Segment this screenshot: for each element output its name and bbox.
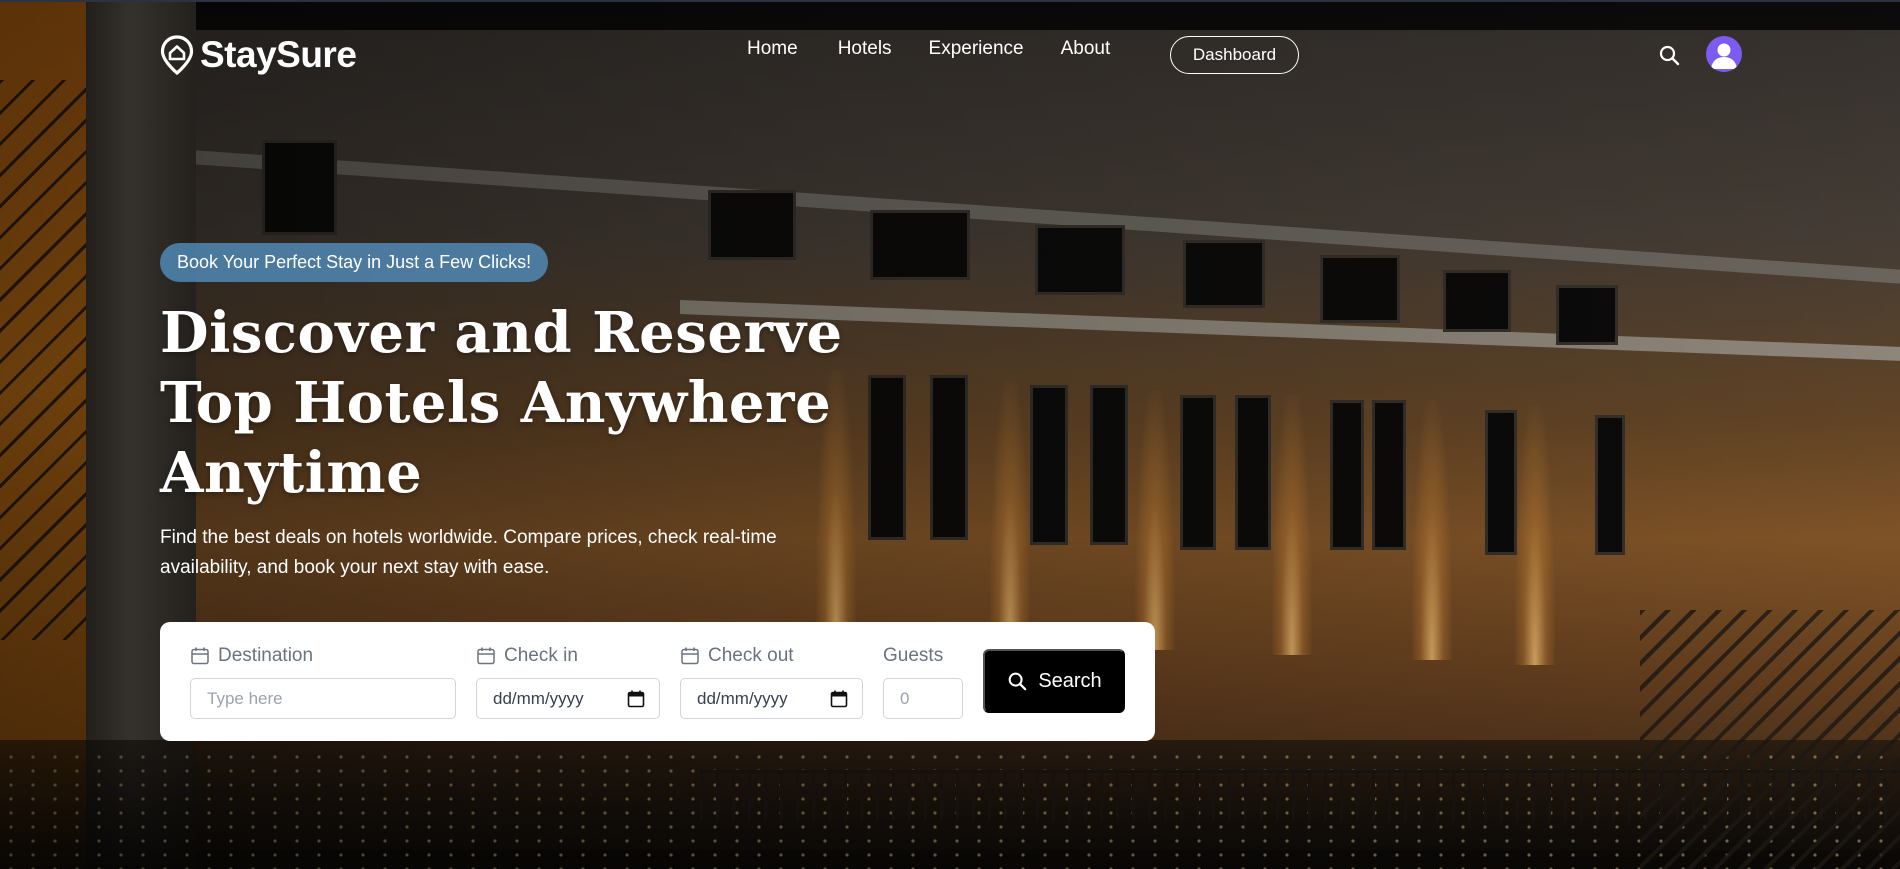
check-out-input[interactable]: dd/mm/yyyy (680, 678, 863, 719)
hero-title-line: Anytime (160, 440, 423, 506)
hero-subtitle: Find the best deals on hotels worldwide.… (160, 527, 777, 578)
calendar-icon (191, 647, 209, 665)
brand-name: StaySure (200, 34, 357, 75)
check-in-value: dd/mm/yyyy (493, 688, 584, 708)
guests-label-row: Guests (883, 645, 944, 666)
guests-input[interactable]: 0 (883, 678, 963, 719)
check-out-field: Check out (680, 645, 794, 666)
guests-field: Guests (883, 645, 944, 666)
date-picker-icon[interactable] (830, 690, 848, 708)
guests-label: Guests (883, 645, 944, 666)
date-picker-icon[interactable] (627, 690, 645, 708)
destination-label: Destination (218, 645, 314, 666)
search-icon (1008, 672, 1027, 691)
hero-title: Discover and Reserve Top Hotels Anywhere… (160, 298, 880, 508)
destination-placeholder: Type here (207, 688, 283, 708)
check-in-label-row: Check in (476, 645, 578, 666)
hero-title-line: Discover and Reserve (160, 300, 843, 366)
nav-link-hotels[interactable]: Hotels (838, 38, 892, 60)
dashboard-button[interactable]: Dashboard (1170, 36, 1299, 74)
location-pin-house-icon (160, 35, 194, 75)
nav-link-experience[interactable]: Experience (929, 38, 1024, 60)
search-button[interactable]: Search (983, 649, 1125, 713)
destination-label-row: Destination (190, 645, 314, 666)
nav-link-home[interactable]: Home (747, 38, 798, 60)
guests-placeholder: 0 (900, 688, 910, 708)
nav-link-about[interactable]: About (1061, 38, 1111, 60)
check-in-label: Check in (504, 645, 578, 666)
check-out-label: Check out (708, 645, 794, 666)
destination-field: Destination (190, 645, 314, 666)
check-out-value: dd/mm/yyyy (697, 688, 788, 708)
top-border (0, 0, 1900, 2)
calendar-icon (477, 647, 495, 665)
hero-title-line: Top Hotels Anywhere (160, 370, 832, 436)
user-avatar-icon[interactable] (1706, 36, 1742, 72)
hero-badge: Book Your Perfect Stay in Just a Few Cli… (160, 243, 549, 282)
search-icon[interactable] (1657, 43, 1681, 67)
search-button-label: Search (1038, 669, 1102, 692)
main-nav: Home Hotels Experience About (747, 38, 1150, 60)
check-out-label-row: Check out (680, 645, 794, 666)
search-card: Destination Type here Check in dd/mm/yyy… (160, 622, 1155, 741)
destination-input[interactable]: Type here (190, 678, 456, 719)
brand-logo[interactable]: StaySure (160, 34, 357, 76)
check-in-input[interactable]: dd/mm/yyyy (476, 678, 660, 719)
user-silhouette-icon (1711, 43, 1737, 69)
check-in-field: Check in (476, 645, 578, 666)
calendar-icon (681, 647, 699, 665)
